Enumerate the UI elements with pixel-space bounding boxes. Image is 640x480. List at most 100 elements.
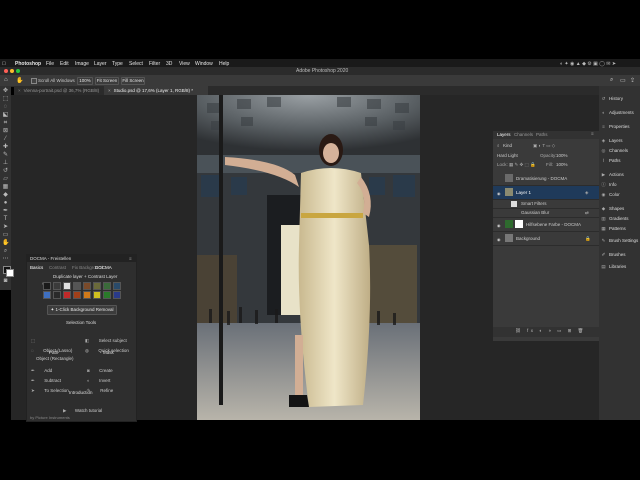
dock-history[interactable]: ↺ History xyxy=(601,96,623,102)
path-add-button[interactable]: ✒ Add xyxy=(31,359,81,373)
document-canvas[interactable] xyxy=(197,95,420,420)
path-to-selection-button[interactable]: ➤ To Selection xyxy=(31,379,81,393)
color-swatch[interactable] xyxy=(73,282,81,290)
mask-refine-button[interactable]: ✎ Refine xyxy=(87,379,133,393)
crop-tool-icon[interactable]: ⌗ xyxy=(2,120,9,126)
fill-screen-button[interactable]: Fill Screen xyxy=(121,77,145,85)
eye-icon[interactable]: ◉ xyxy=(497,237,501,242)
tab-vienna-portrait[interactable]: × Vienna-portrait.psd @ 36,7% (RGB/8) xyxy=(14,86,112,95)
dock-actions[interactable]: ▶ Actions xyxy=(601,172,624,178)
layer-row-smart-filters[interactable]: Smart Filters xyxy=(493,200,599,209)
home-icon[interactable]: ⌂ xyxy=(4,77,8,83)
dock-paths[interactable]: ⌇ Paths xyxy=(601,158,620,164)
rectangle-tool-icon[interactable]: ▭ xyxy=(2,232,9,238)
color-swatch[interactable] xyxy=(93,282,101,290)
color-swatch[interactable] xyxy=(103,282,111,290)
filter-icons[interactable]: ▣ ◐ T ▭ ◇ xyxy=(533,143,555,149)
lasso-tool-icon[interactable]: ◌ xyxy=(2,104,9,110)
color-swatch[interactable] xyxy=(53,291,61,299)
blend-mode-select[interactable]: Hard Light xyxy=(497,153,531,159)
eye-icon[interactable]: ◉ xyxy=(497,223,501,228)
dock-layers[interactable]: ◈ Layers xyxy=(601,138,623,144)
menu-3d[interactable]: 3D xyxy=(166,61,172,67)
watch-tutorial-button[interactable]: ▶ Watch tutorial xyxy=(63,399,103,413)
dock-gradients[interactable]: ▥ Gradients xyxy=(601,216,628,222)
dock-shapes[interactable]: ◆ Shapes xyxy=(601,206,625,212)
tab-paths[interactable]: Paths xyxy=(536,132,548,138)
color-swatch[interactable] xyxy=(43,282,51,290)
color-swatch[interactable] xyxy=(93,291,101,299)
menu-help[interactable]: Help xyxy=(219,61,229,67)
layer-row-background[interactable]: ◉ Background 🔒 xyxy=(493,232,599,246)
pen-tool-icon[interactable]: ✒ xyxy=(2,208,9,214)
dock-brushes[interactable]: ✐ Brushes xyxy=(601,252,626,258)
healing-brush-tool-icon[interactable]: ✚ xyxy=(2,144,9,150)
dock-libraries[interactable]: ▤ Libraries xyxy=(601,264,626,270)
layer-row-layer-1[interactable]: ◉ Layer 1 ◈ xyxy=(493,186,599,200)
menu-app[interactable]: Photoshop xyxy=(15,61,41,67)
tab-docma[interactable]: DOCMA xyxy=(95,265,112,271)
blur-tool-icon[interactable]: ◆ xyxy=(2,192,9,198)
hand-tool-icon[interactable]: ✋ xyxy=(2,240,9,246)
quick-mask-icon[interactable]: ◙ xyxy=(2,278,9,284)
color-swatch[interactable] xyxy=(73,291,81,299)
background-color-swatch[interactable] xyxy=(6,269,14,277)
menu-type[interactable]: Type xyxy=(112,61,123,67)
scroll-all-checkbox[interactable] xyxy=(31,78,37,84)
quick-selection-button[interactable]: ◍ Quick selection xyxy=(85,339,133,353)
tab-channels[interactable]: Channels xyxy=(514,132,533,138)
tab-layers[interactable]: Layers xyxy=(497,132,511,138)
object-lasso-button[interactable]: ◌ Object (Lasso) xyxy=(31,339,81,353)
select-subject-button[interactable]: ◧ Select subject xyxy=(85,329,133,343)
workspace-icon[interactable]: ▭ xyxy=(620,77,626,84)
menu-window[interactable]: Window xyxy=(195,61,213,67)
more-tools-icon[interactable]: ⋯ xyxy=(2,256,9,262)
panel-menu-icon[interactable]: ≡ xyxy=(591,131,594,137)
zoom-100-button[interactable]: 100% xyxy=(77,77,93,85)
lock-icons[interactable]: ▦ ✎ ✥ ⬚ 🔒 xyxy=(509,162,536,168)
fill-value[interactable]: 100% xyxy=(556,162,568,168)
dodge-tool-icon[interactable]: ● xyxy=(2,200,9,206)
tab-basics[interactable]: Basics xyxy=(30,265,43,271)
mask-invert-button[interactable]: ◐ Invert xyxy=(87,369,133,383)
close-tab-icon[interactable]: × xyxy=(108,88,111,93)
dock-channels[interactable]: ◎ Channels xyxy=(601,148,628,154)
frame-tool-icon[interactable]: ⊠ xyxy=(2,128,9,134)
layer-row-dramatisierung[interactable]: Dramatisierung - DOCMA xyxy=(493,172,599,186)
color-swatch[interactable] xyxy=(113,291,121,299)
close-window-button[interactable] xyxy=(4,69,8,73)
zoom-tool-icon[interactable]: ⌕ xyxy=(2,248,9,254)
color-swatch[interactable] xyxy=(63,291,71,299)
dock-brush-settings[interactable]: ✎ Brush Settings xyxy=(601,238,639,244)
history-brush-tool-icon[interactable]: ↺ xyxy=(2,168,9,174)
object-rectangle-button[interactable]: ⬚ Object (Rectangle) xyxy=(31,329,81,361)
menu-file[interactable]: File xyxy=(46,61,54,67)
path-selection-tool-icon[interactable]: ➤ xyxy=(2,224,9,230)
clone-stamp-tool-icon[interactable]: ⊥ xyxy=(2,160,9,166)
eyedropper-tool-icon[interactable]: ⁄ xyxy=(2,136,9,142)
eye-icon[interactable]: ◉ xyxy=(497,191,501,196)
marquee-tool-icon[interactable]: ⬚ xyxy=(2,96,9,102)
dock-info[interactable]: ⓘ Info xyxy=(601,182,616,188)
menu-filter[interactable]: Filter xyxy=(149,61,160,67)
apple-icon[interactable]:  xyxy=(2,61,6,67)
menu-image[interactable]: Image xyxy=(75,61,89,67)
eraser-tool-icon[interactable]: ▱ xyxy=(2,176,9,182)
mask-create-button[interactable]: ◙ Create xyxy=(87,359,133,373)
color-swatch[interactable] xyxy=(103,291,111,299)
color-swatch[interactable] xyxy=(83,291,91,299)
gradient-tool-icon[interactable]: ▦ xyxy=(2,184,9,190)
layer-actions-icons[interactable]: ⛓ fx ◐ ◑ ▭ ⊞ 🗑 xyxy=(515,328,586,334)
dock-patterns[interactable]: ▦ Patterns xyxy=(601,226,625,232)
search-icon[interactable]: ⌕ xyxy=(610,77,613,84)
move-tool-icon[interactable]: ✥ xyxy=(2,88,9,94)
tab-contrast[interactable]: Contrast xyxy=(49,265,66,271)
menu-layer[interactable]: Layer xyxy=(94,61,107,67)
color-swatch[interactable] xyxy=(63,282,71,290)
close-tab-icon[interactable]: × xyxy=(18,88,21,93)
plugin-menu-icon[interactable]: ≡ xyxy=(129,256,132,262)
color-swatch[interactable] xyxy=(113,282,121,290)
layer-row-hilfsebene[interactable]: ◉ Hilfsebene Farbe - DOCMA xyxy=(493,218,599,232)
object-selection-tool-icon[interactable]: ⬕ xyxy=(2,112,9,118)
tab-studio[interactable]: × Studio.psd @ 17,6% (Layer 1, RGB/8) * xyxy=(104,86,208,95)
